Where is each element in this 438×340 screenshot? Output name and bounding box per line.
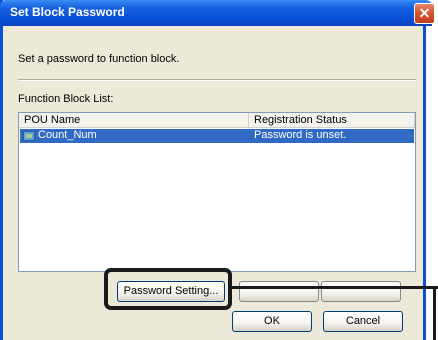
callout-highlight xyxy=(104,268,232,310)
description-text: Set a password to function block. xyxy=(18,53,180,65)
dialog-title: Set Block Password xyxy=(10,5,125,19)
close-icon[interactable]: ✕ xyxy=(414,3,435,24)
column-header-registration-status[interactable]: Registration Status xyxy=(249,113,415,128)
function-block-list-label: Function Block List: xyxy=(18,93,114,105)
table-row[interactable]: Count_Num Password is unset. xyxy=(20,129,414,143)
callout-line-vertical xyxy=(433,286,436,340)
registration-status-cell: Password is unset. xyxy=(254,129,347,141)
function-block-icon xyxy=(23,131,35,141)
pou-name-cell: Count_Num xyxy=(38,129,97,141)
hidden-button-2 xyxy=(321,281,401,302)
cancel-button[interactable]: Cancel xyxy=(323,311,403,332)
title-bar[interactable]: Set Block Password ✕ xyxy=(0,0,435,26)
list-header: POU Name Registration Status xyxy=(19,113,415,128)
function-block-list[interactable]: POU Name Registration Status Count_Num P… xyxy=(18,112,416,272)
separator xyxy=(18,79,416,81)
column-header-pou-name[interactable]: POU Name xyxy=(19,113,249,128)
hidden-button-1 xyxy=(239,281,319,302)
callout-line xyxy=(232,286,438,289)
ok-button[interactable]: OK xyxy=(232,311,312,332)
